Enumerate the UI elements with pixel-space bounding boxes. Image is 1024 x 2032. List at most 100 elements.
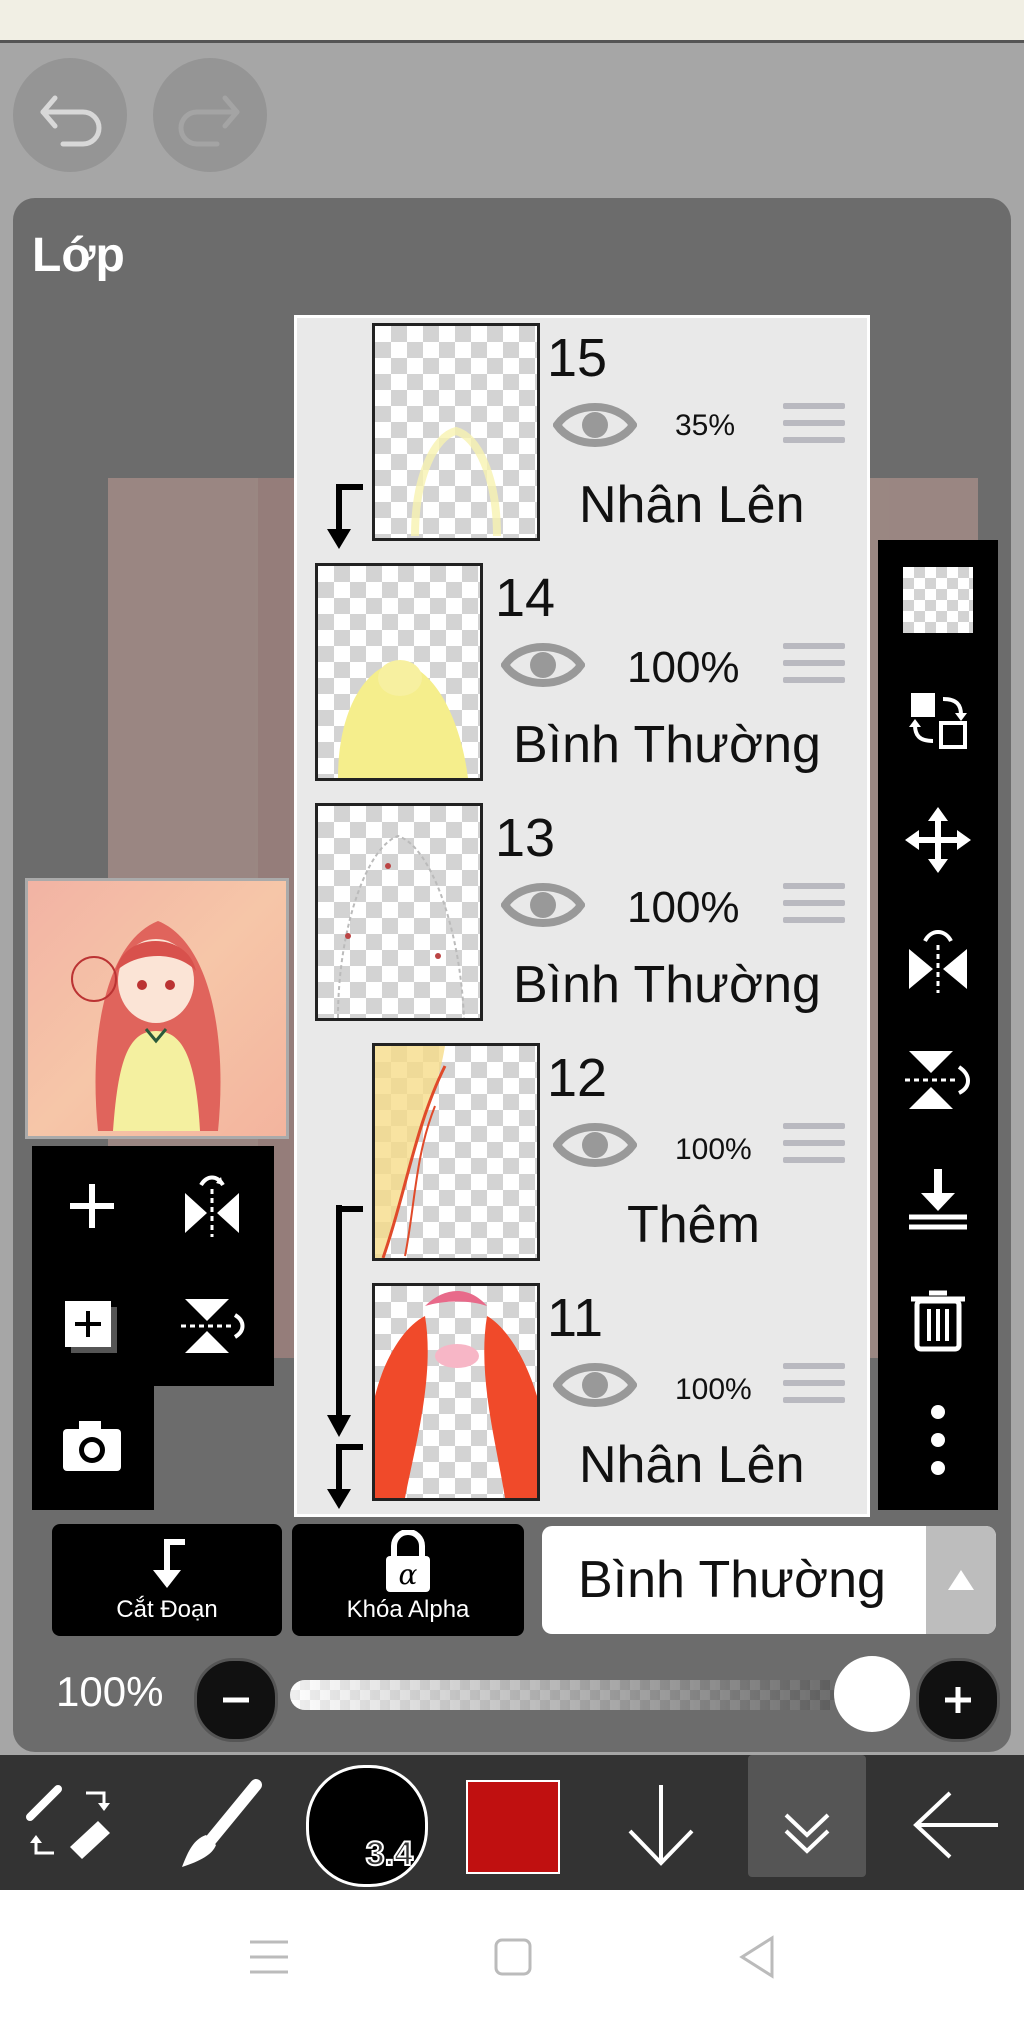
transparent-bg-button[interactable]	[878, 540, 998, 660]
back-nav-icon[interactable]	[732, 1932, 782, 1982]
checkerboard-icon	[903, 567, 973, 633]
flip-horizontal-icon	[185, 1175, 239, 1237]
layer-blend-mode: Nhân Lên	[579, 1436, 805, 1494]
redo-button[interactable]	[153, 58, 267, 172]
redo-icon	[178, 95, 240, 147]
more-vertical-icon	[931, 1405, 945, 1475]
bottom-toolbar: 3.4	[0, 1755, 1024, 1890]
triangle-up-icon	[948, 1570, 974, 1590]
layer-number: 11	[547, 1288, 604, 1348]
svg-text:α: α	[399, 1558, 418, 1591]
opacity-decrease-button[interactable]	[194, 1658, 278, 1742]
system-navigation-bar	[0, 1890, 1024, 2032]
layer-opacity: 35%	[675, 409, 736, 442]
double-chevron-down-icon	[784, 1813, 830, 1854]
drag-handle-icon[interactable]	[783, 1123, 845, 1173]
layer-number: 12	[547, 1048, 608, 1108]
layer-item-15[interactable]: 15 35% Nhân Lên	[297, 318, 867, 558]
layer-number: 13	[495, 808, 556, 868]
menu-icon[interactable]	[244, 1932, 294, 1982]
add-layer-square-icon	[65, 1301, 117, 1353]
canvas-preview-thumbnail[interactable]	[25, 878, 289, 1139]
swap-layer-button[interactable]	[878, 660, 998, 780]
alpha-lock-button[interactable]: α Khóa Alpha	[292, 1524, 524, 1636]
arrow-down-icon	[628, 1785, 694, 1866]
minus-icon	[223, 1697, 249, 1703]
flip-layer-horizontal-button[interactable]	[878, 900, 998, 1020]
back-button[interactable]	[906, 1775, 1006, 1875]
clipping-icon	[153, 1539, 185, 1588]
tool-switch-button[interactable]	[20, 1777, 120, 1867]
undo-button[interactable]	[13, 58, 127, 172]
move-layer-button[interactable]	[878, 780, 998, 900]
flip-vertical-icon	[181, 1299, 245, 1353]
character-illustration	[71, 921, 221, 1131]
flip-horizontal-button[interactable]	[152, 1146, 272, 1266]
alpha-lock-label: Khóa Alpha	[346, 1596, 470, 1623]
clipping-arrow-icon	[327, 484, 363, 549]
drag-handle-icon[interactable]	[783, 883, 845, 933]
clipping-label: Cắt Đoạn	[116, 1596, 218, 1623]
swap-icon	[909, 693, 967, 749]
flip-horizontal-icon	[909, 930, 967, 993]
flip-vertical-button[interactable]	[152, 1266, 272, 1386]
eye-icon[interactable]	[553, 1355, 637, 1415]
eye-icon[interactable]	[553, 1115, 637, 1175]
right-tools	[878, 540, 998, 1510]
color-swatch[interactable]	[466, 1780, 560, 1874]
drag-handle-icon[interactable]	[783, 1363, 845, 1413]
eye-icon[interactable]	[501, 635, 585, 695]
layer-thumbnail	[372, 1043, 540, 1261]
delete-layer-button[interactable]	[878, 1260, 998, 1380]
lock-icon: α	[386, 1529, 430, 1592]
blend-mode-dropdown-button[interactable]	[926, 1526, 996, 1634]
flip-vertical-icon	[905, 1051, 970, 1109]
more-options-button[interactable]	[878, 1380, 998, 1500]
drag-handle-icon[interactable]	[783, 403, 845, 453]
clipping-arrow-icon	[327, 1205, 351, 1437]
flip-layer-vertical-button[interactable]	[878, 1020, 998, 1140]
opacity-increase-button[interactable]	[916, 1658, 1000, 1742]
trash-icon	[911, 1290, 965, 1352]
camera-icon	[63, 1421, 121, 1471]
layer-blend-mode: Thêm	[627, 1196, 760, 1254]
move-icon	[905, 807, 971, 873]
add-layer-button[interactable]	[32, 1146, 152, 1266]
layer-opacity: 100%	[675, 1373, 752, 1406]
layer-item-14[interactable]: 14 100% Bình Thường	[297, 555, 867, 798]
opacity-slider-track[interactable]	[290, 1680, 910, 1710]
merge-down-icon	[909, 1169, 967, 1230]
plus-icon	[945, 1687, 971, 1713]
home-icon[interactable]	[488, 1932, 538, 1982]
clipping-arrow-icon	[327, 1444, 363, 1509]
layer-blend-mode: Nhân Lên	[579, 476, 805, 534]
layer-down-button[interactable]	[616, 1775, 706, 1875]
status-strip	[0, 0, 1024, 43]
left-tools-row1	[32, 1146, 274, 1266]
camera-layer-button[interactable]	[32, 1386, 152, 1506]
drag-handle-icon[interactable]	[783, 643, 845, 693]
left-tools-row3	[32, 1386, 154, 1510]
eye-icon[interactable]	[501, 875, 585, 935]
clipping-button[interactable]: Cắt Đoạn	[52, 1524, 282, 1636]
layer-item-12[interactable]: 12 100% Thêm	[297, 1035, 867, 1278]
layer-thumbnail	[372, 1283, 540, 1501]
layer-item-11[interactable]: 11 100% Nhân Lên	[297, 1205, 867, 1514]
layer-opacity: 100%	[675, 1133, 752, 1166]
eye-icon[interactable]	[553, 395, 637, 455]
brush-tool-button[interactable]	[170, 1775, 270, 1875]
layer-number: 14	[495, 568, 556, 628]
arrow-left-icon	[913, 1791, 998, 1859]
collapse-panel-button[interactable]	[748, 1755, 866, 1877]
layer-thumbnail	[372, 323, 540, 541]
add-image-layer-button[interactable]	[32, 1266, 152, 1386]
brush-eraser-swap-icon	[26, 1785, 110, 1859]
plus-icon	[70, 1184, 114, 1228]
opacity-slider-knob[interactable]	[834, 1656, 910, 1732]
merge-down-button[interactable]	[878, 1140, 998, 1260]
layer-item-13[interactable]: 13 100% Bình Thường	[297, 795, 867, 1038]
layer-list[interactable]: 15 35% Nhân Lên 14 100% Bình Thường 13 1…	[294, 315, 870, 1517]
brush-size-button[interactable]: 3.4	[306, 1765, 428, 1887]
opacity-value-label: 100%	[56, 1668, 164, 1715]
left-tools-row2	[32, 1266, 274, 1386]
